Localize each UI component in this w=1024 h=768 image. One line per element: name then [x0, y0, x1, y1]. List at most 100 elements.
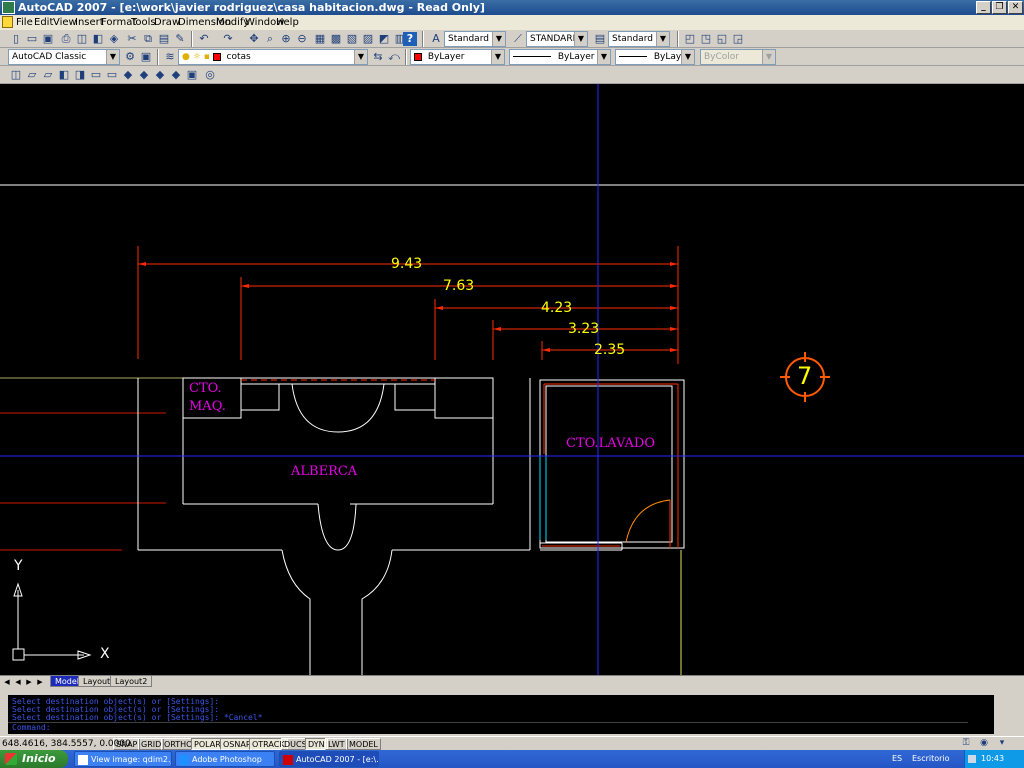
- send-under-icon[interactable]: ◲: [730, 31, 746, 47]
- menu-tools[interactable]: Tools: [131, 16, 156, 29]
- ne-iso-view-icon[interactable]: ◆: [152, 67, 168, 83]
- new-icon[interactable]: ▯: [8, 31, 24, 47]
- lwt-toggle[interactable]: LWT: [325, 738, 348, 750]
- paste-icon[interactable]: ▤: [156, 31, 172, 47]
- right-view-icon[interactable]: ◨: [72, 67, 88, 83]
- task-view-image[interactable]: View image: qdim2.jp...: [74, 751, 172, 767]
- zoom-realtime-icon[interactable]: ⌕: [262, 31, 278, 47]
- restore-button[interactable]: ❐: [992, 1, 1007, 14]
- start-button[interactable]: Inicio: [0, 750, 68, 768]
- match-properties-icon[interactable]: ✎: [172, 31, 188, 47]
- menu-edit[interactable]: Edit: [34, 16, 53, 29]
- top-view-icon[interactable]: ▱: [24, 67, 40, 83]
- autocad-app-icon[interactable]: [2, 1, 15, 14]
- menu-file[interactable]: File: [16, 16, 33, 29]
- text-style-dropdown[interactable]: Standard ▼: [444, 31, 506, 47]
- plot-icon[interactable]: ⎙: [58, 31, 74, 47]
- publish-icon[interactable]: ◧: [90, 31, 106, 47]
- pan-icon[interactable]: ✥: [246, 31, 262, 47]
- close-button[interactable]: ✕: [1008, 1, 1023, 14]
- command-input[interactable]: Command:: [8, 722, 968, 733]
- first-tab-icon[interactable]: ◀: [2, 677, 12, 687]
- polar-toggle[interactable]: POLAR: [191, 738, 224, 750]
- zoom-previous-icon[interactable]: ⊖: [294, 31, 310, 47]
- redo-icon[interactable]: ↷: [220, 31, 236, 47]
- task-autocad[interactable]: AutoCAD 2007 - [e:\...: [279, 751, 379, 767]
- named-views-icon[interactable]: ◫: [8, 67, 24, 83]
- target-icon[interactable]: ◎: [202, 67, 218, 83]
- back-view-icon[interactable]: ▭: [104, 67, 120, 83]
- start-label: Inicio: [22, 752, 56, 765]
- menu-view[interactable]: View: [53, 16, 77, 29]
- help-icon[interactable]: ?: [403, 32, 417, 46]
- title-bar: AutoCAD 2007 - [e:\work\javier rodriguez…: [0, 0, 1024, 15]
- linetype-dropdown[interactable]: ByLayer ▼: [509, 49, 611, 65]
- chevron-down-icon: ▼: [681, 50, 694, 64]
- zoom-window-icon[interactable]: ⊕: [278, 31, 294, 47]
- speaker-icon[interactable]: [968, 755, 976, 763]
- bring-to-front-icon[interactable]: ◰: [682, 31, 698, 47]
- bring-above-icon[interactable]: ◱: [714, 31, 730, 47]
- tab-layout2[interactable]: Layout2: [110, 676, 153, 687]
- pool-structure: [137, 377, 531, 675]
- layer-manager-icon[interactable]: ≋: [162, 49, 178, 65]
- front-view-icon[interactable]: ▭: [88, 67, 104, 83]
- menu-draw[interactable]: Draw: [154, 16, 180, 29]
- lock-icon[interactable]: ⚿: [958, 735, 974, 751]
- lineweight-dropdown[interactable]: ByLayer ▼: [615, 49, 695, 65]
- make-object-layer-current-icon[interactable]: ⇆: [370, 49, 386, 65]
- sheet-set-icon[interactable]: ▨: [360, 31, 376, 47]
- next-tab-icon[interactable]: ▶: [24, 677, 34, 687]
- properties-icon[interactable]: ▦: [312, 31, 328, 47]
- last-tab-icon[interactable]: ▶: [35, 677, 45, 687]
- plot-style-dropdown: ByColor ▼: [700, 49, 776, 65]
- dimension-style-icon[interactable]: ⟋: [510, 31, 526, 47]
- layer-previous-icon[interactable]: ⤺: [386, 49, 402, 65]
- minimize-button[interactable]: _: [976, 1, 991, 14]
- language-indicator[interactable]: ES: [892, 750, 902, 768]
- clock[interactable]: 10:43 a.m.: [981, 750, 1024, 768]
- save-icon[interactable]: ▣: [40, 31, 56, 47]
- status-bar: 648.4616, 384.5557, 0.0000 SNAP GRID ORT…: [0, 736, 1024, 750]
- snap-toggle[interactable]: SNAP: [113, 738, 141, 750]
- workspace-save-icon[interactable]: ▣: [138, 49, 154, 65]
- design-center-icon[interactable]: ▩: [328, 31, 344, 47]
- table-style-dropdown[interactable]: Standard ▼: [608, 31, 670, 47]
- bottom-view-icon[interactable]: ▱: [40, 67, 56, 83]
- markup-icon[interactable]: ◩: [376, 31, 392, 47]
- drawing-area[interactable]: 9.43 7.63 4.23 3.23 2.35 CTO. MAQ. ALBER…: [0, 84, 1024, 675]
- status-menu-icon[interactable]: ▾: [994, 735, 1010, 751]
- workspace-dropdown[interactable]: AutoCAD Classic ▼: [8, 49, 120, 65]
- text-style-icon[interactable]: A: [428, 31, 444, 47]
- room-label-alberca: ALBERCA: [291, 464, 358, 479]
- cut-icon[interactable]: ✂: [124, 31, 140, 47]
- workspace-settings-icon[interactable]: ⚙: [122, 49, 138, 65]
- command-history-line: Select destination object(s) or [Setting…: [12, 713, 263, 722]
- model-toggle[interactable]: MODEL: [346, 738, 381, 750]
- table-style-icon[interactable]: ▤: [592, 31, 608, 47]
- communication-center-icon[interactable]: ◉: [976, 735, 992, 751]
- undo-icon[interactable]: ↶: [196, 31, 212, 47]
- prev-tab-icon[interactable]: ◀: [13, 677, 23, 687]
- copy-icon[interactable]: ⧉: [140, 31, 156, 47]
- color-dropdown[interactable]: ByLayer ▼: [410, 49, 505, 65]
- sw-iso-view-icon[interactable]: ◆: [120, 67, 136, 83]
- layer-dropdown[interactable]: ● ☼ ▪ cotas ▼: [178, 49, 368, 65]
- autocad-icon: [283, 755, 293, 765]
- menu-help[interactable]: Help: [276, 16, 299, 29]
- plot-preview-icon[interactable]: ◫: [74, 31, 90, 47]
- left-view-icon[interactable]: ◧: [56, 67, 72, 83]
- dimension-style-dropdown[interactable]: STANDARD ▼: [526, 31, 588, 47]
- menu-insert[interactable]: Insert: [75, 16, 104, 29]
- nw-iso-view-icon[interactable]: ◆: [168, 67, 184, 83]
- tool-palettes-icon[interactable]: ▧: [344, 31, 360, 47]
- send-to-back-icon[interactable]: ◳: [698, 31, 714, 47]
- document-icon[interactable]: [2, 16, 13, 28]
- 3d-dwf-icon[interactable]: ◈: [106, 31, 122, 47]
- open-icon[interactable]: ▭: [24, 31, 40, 47]
- camera-icon[interactable]: ▣: [184, 67, 200, 83]
- se-iso-view-icon[interactable]: ◆: [136, 67, 152, 83]
- task-photoshop[interactable]: Adobe Photoshop: [175, 751, 275, 767]
- desktop-toolbar[interactable]: Escritorio: [912, 750, 950, 768]
- command-scrollbar[interactable]: [994, 695, 1008, 734]
